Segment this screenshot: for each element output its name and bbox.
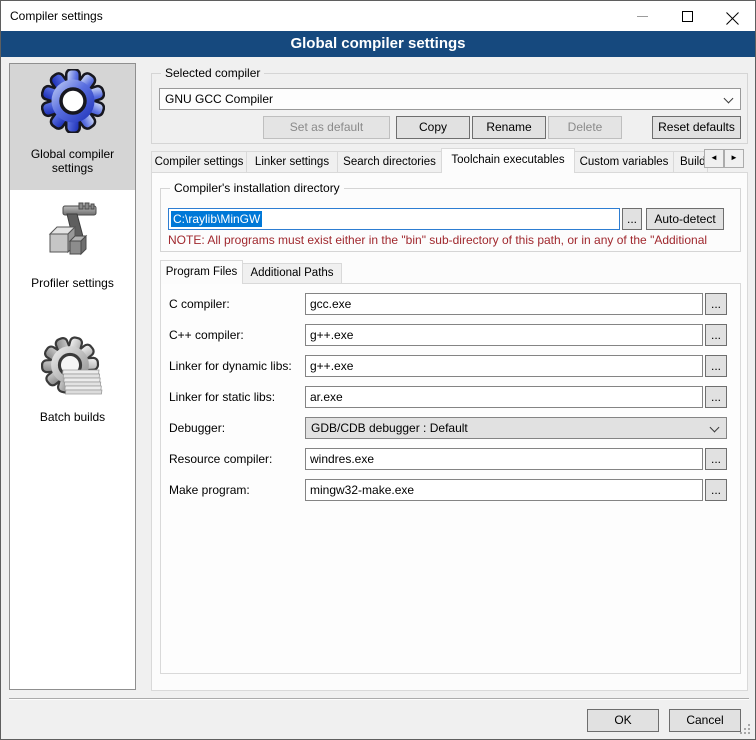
static-linker-browse-button[interactable]: ... bbox=[705, 386, 727, 408]
sidebar-item-label: Global compiler settings bbox=[10, 147, 135, 175]
settings-category-list: Global compiler settings bbox=[9, 63, 136, 690]
cpp-compiler-input[interactable]: g++.exe bbox=[305, 324, 703, 346]
sidebar-item-profiler-settings[interactable]: Profiler settings bbox=[10, 190, 135, 324]
blue-gear-icon bbox=[41, 69, 105, 133]
reset-defaults-button[interactable]: Reset defaults bbox=[652, 116, 741, 139]
installation-directory-value: C:\raylib\MinGW bbox=[171, 211, 262, 227]
window-title: Compiler settings bbox=[10, 1, 103, 31]
cancel-button[interactable]: Cancel bbox=[669, 709, 741, 732]
compiler-settings-dialog: Compiler settings Global compiler settin… bbox=[0, 0, 756, 740]
c-compiler-label: C compiler: bbox=[169, 297, 230, 311]
static-linker-input[interactable]: ar.exe bbox=[305, 386, 703, 408]
browse-directory-button[interactable]: ... bbox=[622, 208, 642, 230]
title-bar: Compiler settings bbox=[1, 1, 755, 31]
close-icon bbox=[726, 10, 739, 23]
rename-button[interactable]: Rename bbox=[472, 116, 546, 139]
resource-compiler-label: Resource compiler: bbox=[169, 452, 272, 466]
make-program-label: Make program: bbox=[169, 483, 250, 497]
cpp-compiler-browse-button[interactable]: ... bbox=[705, 324, 727, 346]
compiler-select-value: GNU GCC Compiler bbox=[165, 89, 273, 109]
selected-compiler-group-label: Selected compiler bbox=[161, 66, 264, 80]
toolchain-executables-page: Compiler's installation directory C:\ray… bbox=[151, 172, 748, 691]
c-compiler-browse-button[interactable]: ... bbox=[705, 293, 727, 315]
tab-build-options[interactable]: Build options bbox=[673, 151, 708, 173]
tab-linker-settings[interactable]: Linker settings bbox=[246, 151, 338, 173]
installation-directory-input[interactable]: C:\raylib\MinGW bbox=[168, 208, 620, 230]
cpp-compiler-label: C++ compiler: bbox=[169, 328, 244, 342]
dynamic-linker-input[interactable]: g++.exe bbox=[305, 355, 703, 377]
sidebar-item-label: Batch builds bbox=[40, 410, 105, 424]
debugger-label: Debugger: bbox=[169, 421, 225, 435]
minimize-icon bbox=[637, 16, 648, 17]
c-compiler-input[interactable]: gcc.exe bbox=[305, 293, 703, 315]
copy-button[interactable]: Copy bbox=[396, 116, 470, 139]
set-as-default-button: Set as default bbox=[263, 116, 390, 139]
tab-custom-variables[interactable]: Custom variables bbox=[574, 151, 674, 173]
auto-detect-button[interactable]: Auto-detect bbox=[646, 208, 724, 230]
debugger-select[interactable]: GDB/CDB debugger : Default bbox=[305, 417, 727, 439]
debugger-select-value: GDB/CDB debugger : Default bbox=[311, 418, 468, 438]
resource-compiler-value: windres.exe bbox=[310, 449, 374, 469]
installation-directory-group-label: Compiler's installation directory bbox=[170, 181, 344, 195]
chevron-down-icon bbox=[710, 423, 720, 433]
dynamic-linker-browse-button[interactable]: ... bbox=[705, 355, 727, 377]
tab-scroll-right-icon[interactable]: ► bbox=[724, 149, 744, 168]
chevron-down-icon bbox=[724, 94, 734, 104]
program-files-page: C compiler: gcc.exe ... C++ compiler: g+… bbox=[160, 283, 741, 674]
tab-toolchain-executables[interactable]: Toolchain executables bbox=[441, 148, 575, 173]
close-button[interactable] bbox=[710, 1, 755, 31]
dynamic-linker-label: Linker for dynamic libs: bbox=[169, 359, 292, 373]
page-title: Global compiler settings bbox=[1, 31, 755, 57]
maximize-button[interactable] bbox=[665, 1, 710, 31]
tab-search-directories[interactable]: Search directories bbox=[337, 151, 442, 173]
tab-compiler-settings[interactable]: Compiler settings bbox=[151, 151, 247, 173]
c-compiler-value: gcc.exe bbox=[310, 294, 351, 314]
make-program-input[interactable]: mingw32-make.exe bbox=[305, 479, 703, 501]
resource-compiler-browse-button[interactable]: ... bbox=[705, 448, 727, 470]
make-program-value: mingw32-make.exe bbox=[310, 480, 414, 500]
compiler-select[interactable]: GNU GCC Compiler bbox=[159, 88, 741, 110]
subtab-additional-paths[interactable]: Additional Paths bbox=[242, 263, 342, 284]
delete-button: Delete bbox=[548, 116, 622, 139]
cpp-compiler-value: g++.exe bbox=[310, 325, 353, 345]
caliper-icon bbox=[41, 200, 105, 264]
dynamic-linker-value: g++.exe bbox=[310, 356, 353, 376]
static-linker-label: Linker for static libs: bbox=[169, 390, 275, 404]
resize-grip[interactable] bbox=[740, 724, 752, 736]
static-linker-value: ar.exe bbox=[310, 387, 343, 407]
footer-divider bbox=[9, 698, 749, 699]
sidebar-item-batch-builds[interactable]: Batch builds bbox=[10, 324, 135, 466]
sidebar-item-global-compiler-settings[interactable]: Global compiler settings bbox=[10, 64, 135, 190]
tab-scroll-left-icon[interactable]: ◄ bbox=[704, 149, 724, 168]
sidebar-item-label: Profiler settings bbox=[31, 276, 114, 290]
resource-compiler-input[interactable]: windres.exe bbox=[305, 448, 703, 470]
make-program-browse-button[interactable]: ... bbox=[705, 479, 727, 501]
minimize-button bbox=[620, 1, 665, 31]
maximize-icon bbox=[682, 11, 693, 22]
subtab-program-files[interactable]: Program Files bbox=[160, 260, 243, 284]
ok-button[interactable]: OK bbox=[587, 709, 659, 732]
gray-gear-stack-icon bbox=[41, 336, 105, 400]
bin-subdirectory-note: NOTE: All programs must exist either in … bbox=[168, 233, 730, 247]
